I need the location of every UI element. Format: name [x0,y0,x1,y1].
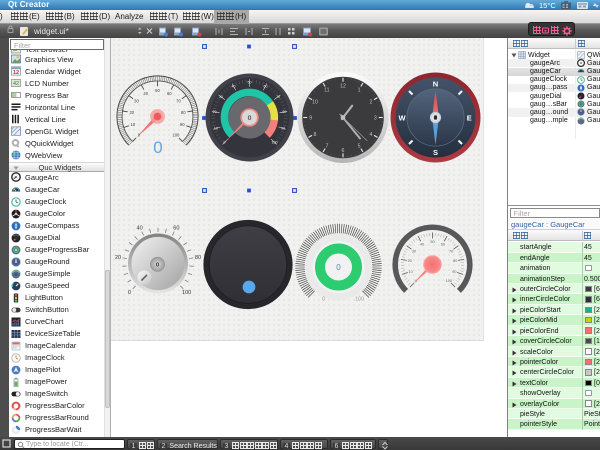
svg-text:6: 6 [342,148,345,154]
svg-text:10: 10 [214,127,218,131]
svg-text:30: 30 [219,95,223,99]
svg-text:60: 60 [167,91,172,96]
svg-text:4: 4 [370,132,373,138]
svg-text:70: 70 [449,249,453,253]
svg-text:20: 20 [115,255,121,261]
svg-text:80: 80 [453,259,457,263]
svg-text:60: 60 [264,84,268,88]
svg-text:60: 60 [441,242,445,246]
svg-text:9: 9 [309,116,312,122]
svg-text:100: 100 [172,132,180,137]
svg-text:80: 80 [181,110,186,115]
svg-text:E: E [467,113,472,122]
svg-text:70: 70 [176,99,181,104]
svg-text:0: 0 [336,263,341,272]
svg-text:42: 42 [13,81,19,87]
svg-text:100: 100 [182,290,191,296]
svg-text:N: N [433,80,438,89]
svg-text:0: 0 [224,141,226,145]
svg-text:S: S [433,148,438,157]
svg-text:30: 30 [412,249,416,253]
svg-text:100: 100 [272,141,278,145]
svg-text:0: 0 [156,262,159,268]
svg-text:1: 1 [358,88,361,94]
svg-text:10: 10 [130,122,135,127]
svg-text:40: 40 [136,225,142,231]
svg-text:60: 60 [173,225,179,231]
svg-text:80: 80 [195,255,201,261]
svg-text:7: 7 [325,144,328,150]
svg-text:90: 90 [452,270,456,274]
svg-text:8: 8 [314,132,317,138]
svg-text:40: 40 [420,242,424,246]
svg-text:20: 20 [408,259,412,263]
svg-text:70: 70 [276,95,280,99]
svg-text:W: W [398,113,406,122]
svg-text:0: 0 [248,115,252,122]
svg-text:20: 20 [129,110,134,115]
svg-text:0: 0 [153,138,162,157]
svg-text:50: 50 [155,88,160,93]
svg-text:10: 10 [312,99,318,105]
svg-text:100: 100 [355,297,364,303]
svg-text:11: 11 [324,88,329,94]
svg-text:0: 0 [322,297,325,303]
svg-text:12: 12 [340,83,346,89]
svg-text:2: 2 [370,100,373,106]
svg-text:90: 90 [281,127,285,131]
svg-text:30: 30 [134,99,139,104]
svg-text:0: 0 [128,290,131,296]
svg-text:50: 50 [248,81,252,85]
svg-text:20: 20 [213,110,217,114]
svg-text:80: 80 [282,110,286,114]
svg-text:10: 10 [408,270,412,274]
svg-text:50: 50 [430,240,434,244]
svg-text:3: 3 [374,116,377,122]
svg-text:5: 5 [358,144,361,150]
svg-text:40: 40 [232,84,236,88]
svg-text:90: 90 [180,122,185,127]
svg-text:40: 40 [143,91,148,96]
svg-text:12: 12 [13,70,19,76]
svg-text:100: 100 [446,279,452,283]
